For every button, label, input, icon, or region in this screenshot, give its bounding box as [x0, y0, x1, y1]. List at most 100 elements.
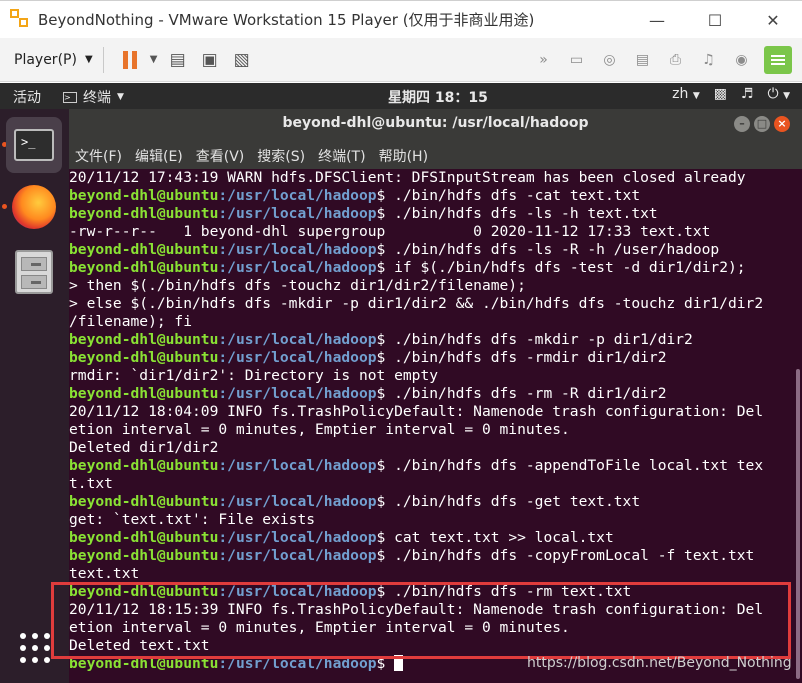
maximize-button[interactable]: ☐ [686, 1, 744, 39]
output-text: 20/11/12 18:04:09 INFO fs.TrashPolicyDef… [69, 403, 764, 420]
send-ctrl-alt-del-icon[interactable]: ▤ [162, 44, 194, 76]
terminal-line: beyond-dhl@ubuntu:/usr/local/hadoop$ if … [69, 259, 763, 277]
vmware-titlebar: BeyondNothing - VMware Workstation 15 Pl… [0, 0, 802, 38]
prompt-path: :/usr/local/hadoop [218, 493, 377, 510]
command-text: $ ./bin/hdfs dfs -ls -R -h /user/hadoop [376, 241, 720, 258]
prompt-user: beyond-dhl@ubuntu [69, 385, 219, 402]
output-text: > else $(./bin/hdfs dfs -mkdir -p dir1/d… [69, 295, 764, 312]
toolbar-divider [102, 46, 104, 73]
terminal-maximize-button[interactable]: □ [754, 116, 770, 132]
terminal-small-icon: > [63, 91, 77, 103]
terminal-scrollbar[interactable] [796, 369, 800, 679]
fit-guest-icon[interactable]: ▣ [194, 44, 226, 76]
command-text: $ ./bin/hdfs dfs -appendToFile local.txt… [376, 457, 764, 474]
terminal-line: Deleted dir1/dir2 [69, 439, 763, 457]
pause-icon [122, 50, 137, 69]
camera-icon[interactable]: ◉ [725, 44, 758, 76]
prompt-path: :/usr/local/hadoop [218, 205, 377, 222]
output-text: text.txt [69, 565, 140, 582]
command-text: $ cat text.txt >> local.txt [376, 529, 614, 546]
command-text: $ ./bin/hdfs dfs -cat text.txt [376, 187, 641, 204]
system-tray: zh ▼ ▩ ♬ ⏻ ▼ [672, 86, 790, 102]
pause-dropdown-icon[interactable]: ▼ [146, 44, 162, 76]
power-icon: ⏻ [767, 86, 779, 102]
terminal-menubar: 文件(F) 编辑(E) 查看(V) 搜索(S) 终端(T) 帮助(H) [69, 143, 802, 169]
menu-view[interactable]: 查看(V) [196, 146, 245, 166]
command-text: $ ./bin/hdfs dfs -copyFromLocal -f text.… [376, 547, 755, 564]
output-text: rmdir: `dir1/dir2': Directory is not emp… [69, 367, 439, 384]
terminal-line: text.txt [69, 565, 763, 583]
terminal-line: beyond-dhl@ubuntu:/usr/local/hadoop$ ./b… [69, 331, 763, 349]
printer-icon[interactable]: ⎙ [659, 44, 692, 76]
menu-edit[interactable]: 编辑(E) [135, 146, 183, 166]
dock-terminal[interactable]: >_ [6, 117, 62, 173]
prompt-user: beyond-dhl@ubuntu [69, 349, 219, 366]
output-text: Deleted dir1/dir2 [69, 439, 219, 456]
terminal-line: beyond-dhl@ubuntu:/usr/local/hadoop$ ./b… [69, 241, 763, 259]
terminal-line: beyond-dhl@ubuntu:/usr/local/hadoop$ ./b… [69, 493, 763, 511]
vmware-toolbar: Player(P) ▼ ▼ ▤ ▣ ▧ » ▭ ◎ ▤ ⎙ ♫ ◉ [0, 38, 802, 82]
activities-button[interactable]: 活动 [13, 87, 41, 107]
prompt-user: beyond-dhl@ubuntu [69, 493, 219, 510]
terminal-line: beyond-dhl@ubuntu:/usr/local/hadoop$ ./b… [69, 547, 763, 565]
show-applications-button[interactable] [20, 633, 50, 663]
chevron-down-icon: ▼ [117, 92, 124, 102]
hard-disk-icon[interactable]: ▭ [560, 44, 593, 76]
menu-terminal[interactable]: 终端(T) [318, 146, 365, 166]
terminal-headerbar: beyond-dhl@ubuntu: /usr/local/hadoop – □… [69, 109, 802, 143]
output-text: get: `text.txt': File exists [69, 511, 316, 528]
prompt-user: beyond-dhl@ubuntu [69, 259, 219, 276]
command-text: $ ./bin/hdfs dfs -ls -h text.txt [376, 205, 658, 222]
firefox-icon [12, 185, 56, 229]
power-menu[interactable]: ⏻ ▼ [768, 86, 790, 102]
terminal-line: beyond-dhl@ubuntu:/usr/local/hadoop$ ./b… [69, 457, 763, 475]
files-icon [15, 250, 53, 294]
menu-file[interactable]: 文件(F) [75, 146, 122, 166]
prompt-user: beyond-dhl@ubuntu [69, 205, 219, 222]
player-menu-label: Player(P) [14, 51, 77, 68]
prompt-path: :/usr/local/hadoop [218, 259, 377, 276]
minimize-button[interactable]: — [628, 1, 686, 39]
terminal-line: beyond-dhl@ubuntu:/usr/local/hadoop$ ./b… [69, 187, 763, 205]
input-method-menu[interactable]: zh ▼ [672, 86, 700, 102]
volume-icon[interactable]: ♬ [741, 86, 754, 102]
pause-button[interactable] [114, 44, 146, 76]
dock-firefox[interactable] [6, 179, 62, 235]
terminal-line: beyond-dhl@ubuntu:/usr/local/hadoop$ ./b… [69, 385, 763, 403]
terminal-line: -rw-r--r-- 1 beyond-dhl supergroup 0 202… [69, 223, 763, 241]
message-log-icon[interactable] [764, 46, 792, 74]
network-icon[interactable]: ▩ [714, 86, 727, 102]
unity-mode-icon[interactable]: ▧ [226, 44, 258, 76]
output-text: etion interval = 0 minutes, Emptier inte… [69, 421, 570, 438]
menu-search[interactable]: 搜索(S) [257, 146, 305, 166]
sound-card-icon[interactable]: ♫ [692, 44, 725, 76]
terminal-line: beyond-dhl@ubuntu:/usr/local/hadoop$ ./b… [69, 349, 763, 367]
app-menu[interactable]: > 终端 ▼ [63, 87, 124, 107]
player-menu-button[interactable]: Player(P) ▼ [14, 52, 93, 68]
chevron-down-icon: ▼ [84, 54, 93, 65]
output-text: /filename); fi [69, 313, 193, 330]
terminal-minimize-button[interactable]: – [734, 116, 750, 132]
vmware-logo-icon [10, 8, 32, 31]
prompt-path: :/usr/local/hadoop [218, 187, 377, 204]
prompt-user: beyond-dhl@ubuntu [69, 547, 219, 564]
close-button[interactable]: ✕ [744, 1, 802, 39]
terminal-line: > then $(./bin/hdfs dfs -touchz dir1/dir… [69, 277, 763, 295]
terminal-line: > else $(./bin/hdfs dfs -mkdir -p dir1/d… [69, 295, 763, 313]
prompt-user: beyond-dhl@ubuntu [69, 457, 219, 474]
dock-files[interactable] [6, 244, 62, 300]
terminal-line: t.txt [69, 475, 763, 493]
terminal-icon: >_ [14, 129, 54, 161]
terminal-close-button[interactable]: × [774, 116, 790, 132]
prompt-user: beyond-dhl@ubuntu [69, 241, 219, 258]
cd-rom-icon[interactable]: ◎ [593, 44, 626, 76]
menu-help[interactable]: 帮助(H) [379, 146, 428, 166]
annotation-highlight-box [51, 582, 791, 659]
command-text: $ ./bin/hdfs dfs -mkdir -p dir1/dir2 [376, 331, 693, 348]
ubuntu-topbar: 活动 > 终端 ▼ 星期四 18：15 zh ▼ ▩ ♬ ⏻ ▼ [0, 83, 802, 109]
network-adapter-icon[interactable]: ▤ [626, 44, 659, 76]
terminal-line: beyond-dhl@ubuntu:/usr/local/hadoop$ ./b… [69, 205, 763, 223]
forward-icon[interactable]: » [527, 44, 560, 76]
terminal-line: beyond-dhl@ubuntu:/usr/local/hadoop$ cat… [69, 529, 763, 547]
clock[interactable]: 星期四 18：15 [388, 87, 488, 107]
